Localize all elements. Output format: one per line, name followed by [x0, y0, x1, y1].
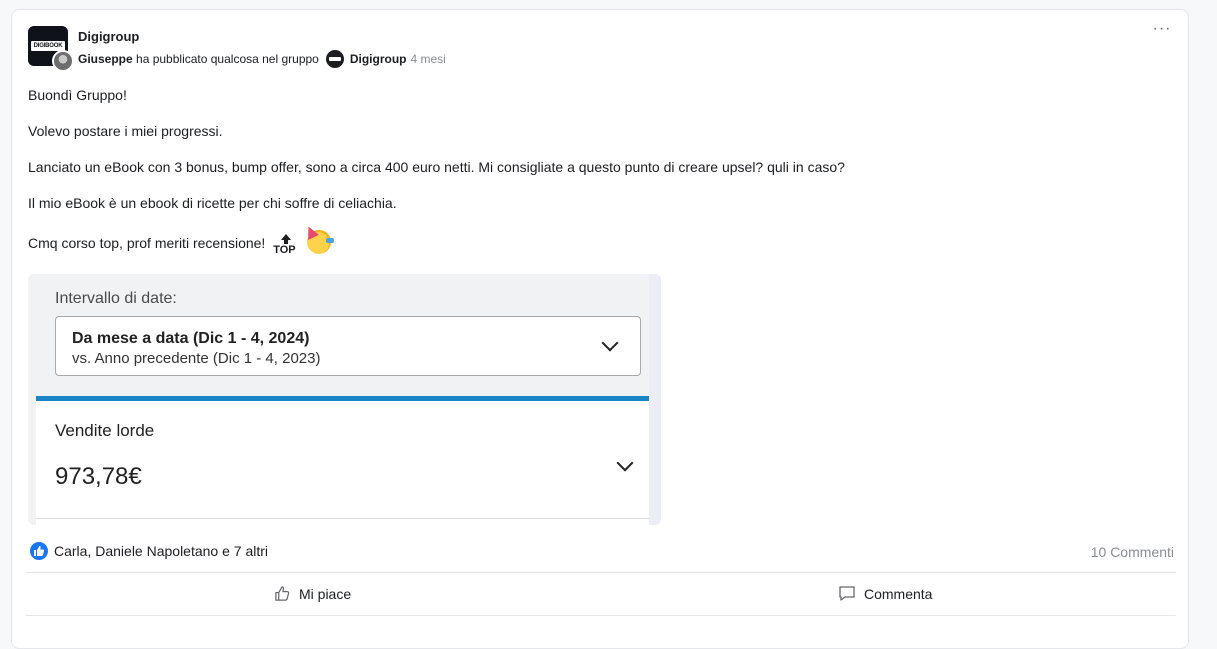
divider — [26, 572, 1176, 573]
group-mini-icon — [325, 50, 344, 68]
comment-label: Commenta — [864, 585, 933, 602]
post-paragraph-last: Cmq corso top, prof meriti recensione! T… — [28, 230, 845, 266]
top-emoji-label: TOP — [273, 244, 296, 256]
group-link[interactable]: Digigroup — [350, 52, 407, 66]
date-range-select: Da mese a data (Dic 1 - 4, 2024) vs. Ann… — [55, 316, 641, 376]
date-range-main: Da mese a data (Dic 1 - 4, 2024) — [72, 330, 310, 347]
group-name[interactable]: Digigroup — [78, 29, 139, 44]
post-paragraph-text: Cmq corso top, prof meriti recensione! — [28, 235, 266, 251]
top-arrow-emoji-icon: TOP — [273, 234, 299, 256]
image-gutter — [649, 274, 661, 525]
date-range-compare: vs. Anno precedente (Dic 1 - 4, 2023) — [72, 350, 321, 367]
post-paragraph: Il mio eBook è un ebook di ricette per c… — [28, 195, 397, 211]
thumbs-up-icon — [275, 586, 290, 601]
divider — [26, 615, 1176, 616]
chevron-down-icon — [601, 334, 619, 352]
metric-panel: Vendite lorde 973,78€ — [36, 396, 649, 525]
comment-button[interactable]: Commenta — [838, 585, 932, 602]
comments-count[interactable]: 10 Commenti — [1091, 544, 1174, 560]
post-time[interactable]: 4 mesi — [411, 52, 446, 66]
party-face-emoji-icon — [307, 230, 335, 254]
post-card: DIGIBOOK Digigroup Giuseppe ha pubblicat… — [11, 9, 1189, 649]
metric-value: 973,78€ — [55, 463, 142, 490]
action-text: ha pubblicato qualcosa nel gruppo — [136, 52, 319, 66]
chevron-down-icon — [616, 454, 634, 472]
post-body: Buondì Gruppo! Volevo postare i miei pro… — [28, 86, 845, 266]
post-meta: Giuseppe ha pubblicato qualcosa nel grup… — [78, 50, 446, 68]
reactions-summary[interactable]: Carla, Daniele Napoletano e 7 altri — [30, 542, 268, 560]
comment-bubble-icon — [839, 586, 855, 601]
post-paragraph: Lanciato un eBook con 3 bonus, bump offe… — [28, 159, 845, 175]
panel-divider — [36, 518, 649, 519]
metric-title: Vendite lorde — [55, 421, 155, 440]
post-image[interactable]: Intervallo di date: Da mese a data (Dic … — [28, 274, 661, 525]
like-button[interactable]: Mi piace — [274, 585, 351, 602]
like-label: Mi piace — [299, 585, 352, 602]
date-range-label: Intervallo di date: — [55, 290, 177, 307]
post-paragraph: Volevo postare i miei progressi. — [28, 123, 223, 139]
reactors-text: Carla, Daniele Napoletano e 7 altri — [54, 543, 269, 559]
author-avatar[interactable] — [52, 50, 74, 72]
post-paragraph: Buondì Gruppo! — [28, 87, 127, 103]
more-options-button[interactable]: ··· — [1150, 21, 1174, 40]
author-name[interactable]: Giuseppe — [78, 52, 133, 66]
like-reaction-icon — [30, 542, 48, 560]
